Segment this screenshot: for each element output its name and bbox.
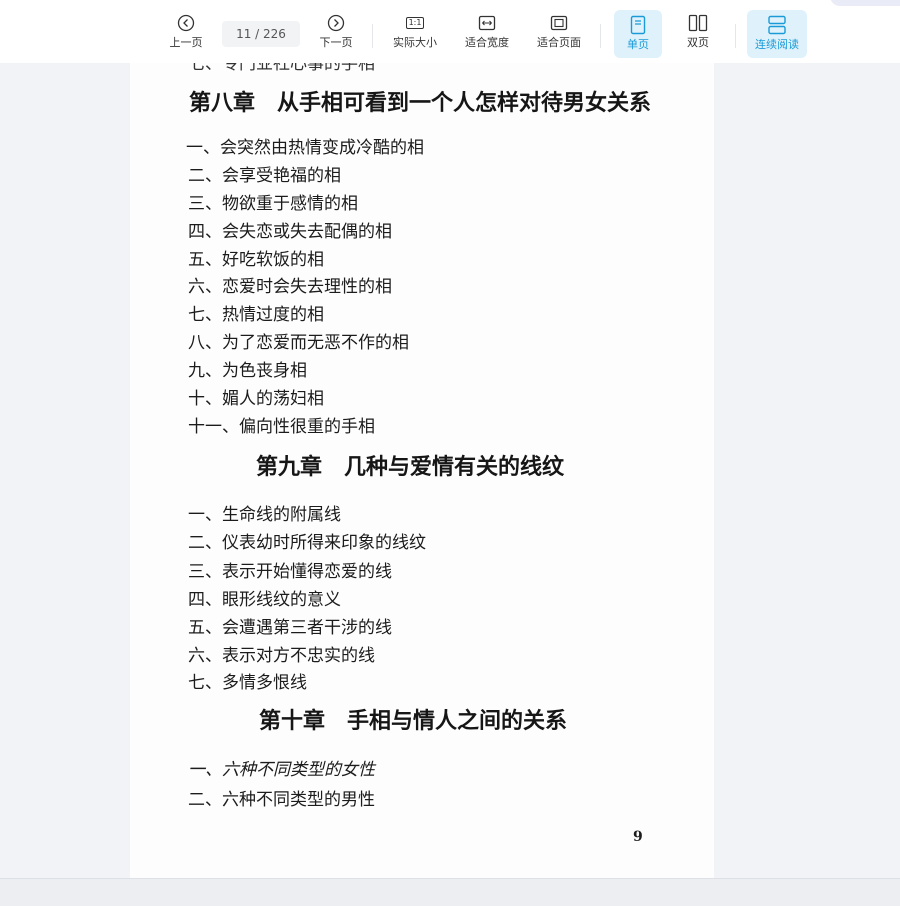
toolbar-divider — [735, 24, 736, 48]
toc-item: 一、生命线的附属线 — [188, 505, 341, 525]
chevron-right-circle-icon — [327, 12, 345, 34]
actual-size-icon: 1:1 — [405, 12, 425, 34]
next-page-label: 下一页 — [319, 36, 353, 49]
toc-item: 八、为了恋爱而无恶不作的相 — [188, 333, 409, 353]
toolbar-divider — [372, 24, 373, 48]
single-page-label: 单页 — [627, 38, 649, 51]
double-page-button[interactable]: 双页 — [674, 12, 722, 58]
continuous-reading-button[interactable]: 连续阅读 — [747, 10, 807, 58]
toc-item: 十一、偏向性很重的手相 — [188, 417, 375, 437]
double-page-label: 双页 — [687, 36, 709, 49]
toc-item: 三、表示开始懂得恋爱的线 — [188, 562, 392, 582]
fit-page-button[interactable]: 适合页面 — [531, 12, 587, 58]
single-page-icon — [630, 14, 646, 36]
toc-item: 六、恋爱时会失去理性的相 — [188, 277, 392, 297]
fit-width-icon — [478, 12, 496, 34]
chevron-left-circle-icon — [177, 12, 195, 34]
toc-item: 二、仪表幼时所得来印象的线纹 — [188, 533, 426, 553]
prev-page-button[interactable]: 上一页 — [163, 12, 209, 58]
actual-size-button[interactable]: 1:1 实际大小 — [387, 12, 443, 58]
toc-item: 四、会失恋或失去配偶的相 — [188, 222, 392, 242]
chapter-9-title: 第九章 几种与爱情有关的线纹 — [256, 455, 565, 480]
clipped-previous-line: 七、专门业社心事的手相 — [188, 63, 375, 74]
double-page-icon — [688, 12, 708, 34]
toolbar-divider — [600, 24, 601, 48]
toc-item: 二、六种不同类型的男性 — [188, 790, 375, 810]
fit-page-icon — [550, 12, 568, 34]
document-viewport[interactable]: 七、专门业社心事的手相 第八章 从手相可看到一个人怎样对待男女关系 一、会突然由… — [0, 63, 900, 878]
viewer-toolbar: 上一页 11 / 226 下一页 1:1 实际大小 适合宽度 适合页面 单页 双… — [0, 0, 900, 63]
toc-item: 十、媚人的荡妇相 — [188, 389, 324, 409]
toc-item: 九、为色丧身相 — [188, 361, 307, 381]
toc-item: 四、眼形线纹的意义 — [188, 590, 341, 610]
toc-item: 五、会遭遇第三者干涉的线 — [188, 618, 392, 638]
corner-decoration — [830, 0, 900, 6]
single-page-button[interactable]: 单页 — [614, 10, 662, 58]
horizontal-scrollbar[interactable] — [0, 878, 900, 906]
page-indicator-input[interactable]: 11 / 226 — [222, 21, 300, 47]
chapter-10-title: 第十章 手相与情人之间的关系 — [259, 709, 568, 734]
page-number: 9 — [633, 829, 643, 845]
actual-size-label: 实际大小 — [393, 36, 437, 49]
fit-width-button[interactable]: 适合宽度 — [459, 12, 515, 58]
fit-width-label: 适合宽度 — [465, 36, 509, 49]
toc-item: 一、会突然由热情变成冷酷的相 — [186, 138, 424, 158]
toc-item: 五、好吃软饭的相 — [188, 250, 324, 270]
prev-page-label: 上一页 — [169, 36, 203, 49]
toc-item: 七、热情过度的相 — [188, 305, 324, 325]
next-page-button[interactable]: 下一页 — [313, 12, 359, 58]
document-page: 七、专门业社心事的手相 第八章 从手相可看到一个人怎样对待男女关系 一、会突然由… — [130, 63, 714, 878]
toc-item: 六、表示对方不忠实的线 — [188, 646, 375, 666]
continuous-reading-label: 连续阅读 — [755, 38, 799, 51]
chapter-8-title: 第八章 从手相可看到一个人怎样对待男女关系 — [189, 91, 652, 116]
continuous-reading-icon — [767, 14, 787, 36]
toc-item: 三、物欲重于感情的相 — [188, 194, 358, 214]
toc-item: 七、多情多恨线 — [188, 673, 307, 693]
toc-item: 一、六种不同类型的女性 — [188, 760, 375, 780]
toc-item: 二、会享受艳福的相 — [188, 166, 341, 186]
fit-page-label: 适合页面 — [537, 36, 581, 49]
